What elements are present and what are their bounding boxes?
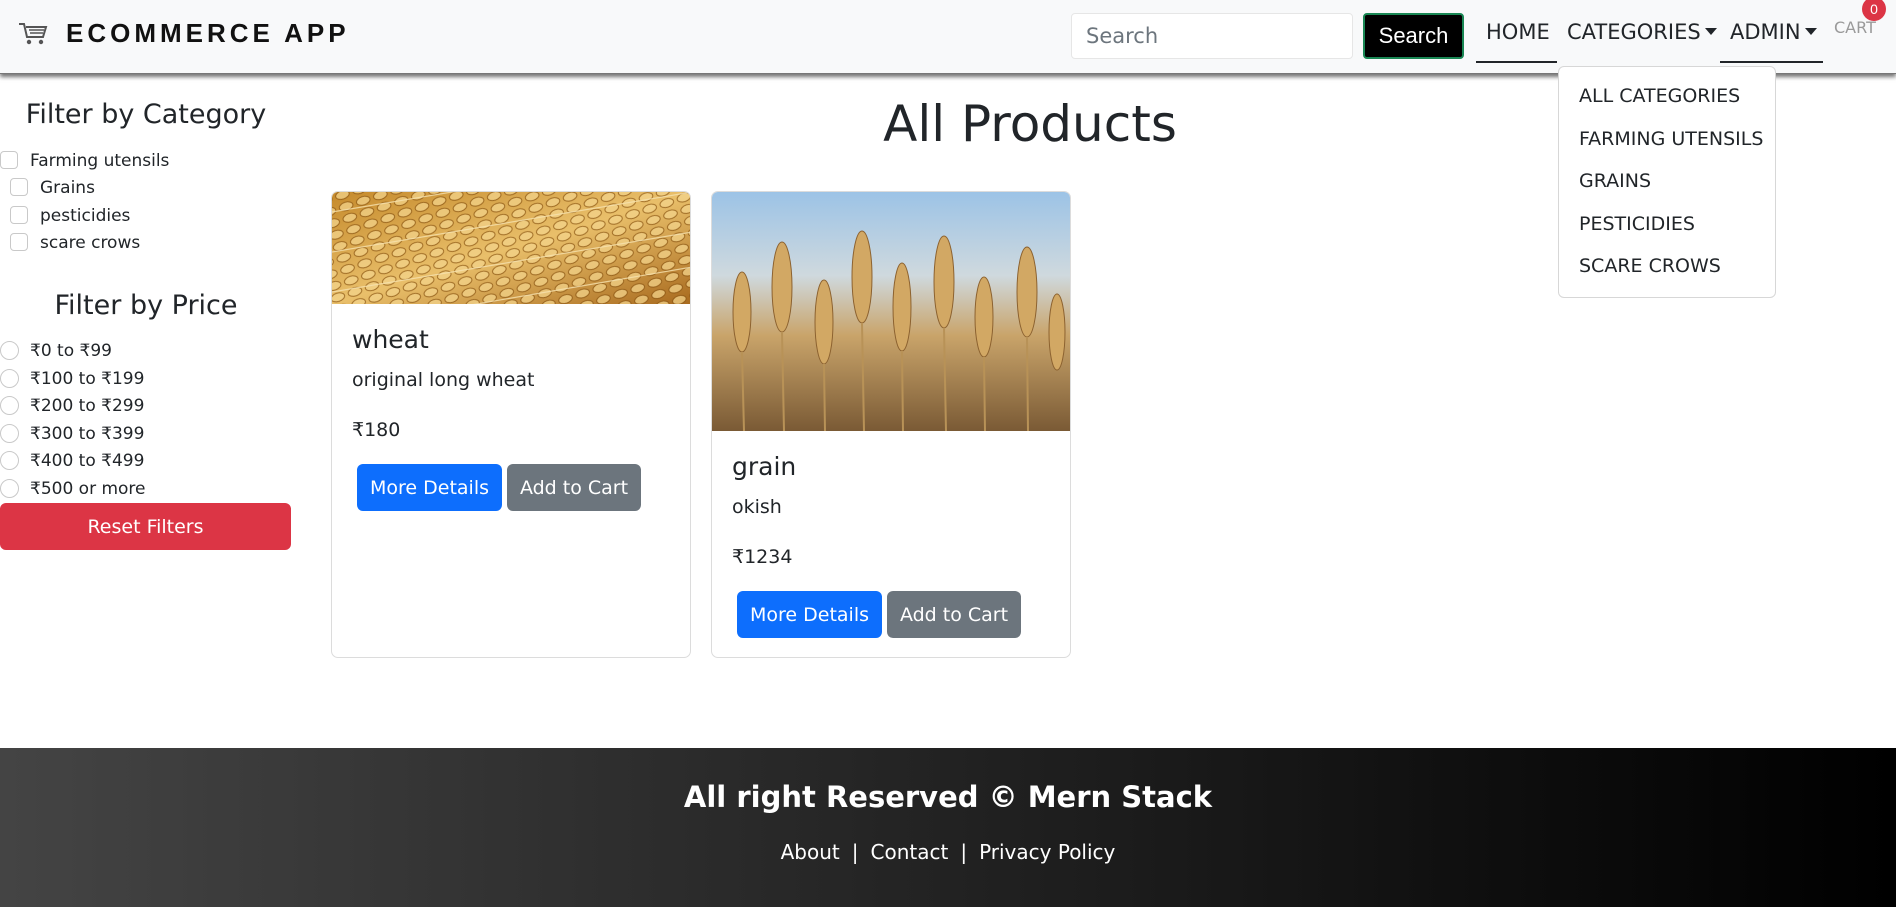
footer-link-privacy-policy[interactable]: Privacy Policy xyxy=(979,840,1115,864)
product-description: okish xyxy=(732,496,782,518)
dropdown-item-grains[interactable]: GRAINS xyxy=(1579,170,1651,192)
nav-categories-dropdown[interactable]: CATEGORIES xyxy=(1567,20,1717,44)
add-to-cart-button[interactable]: Add to Cart xyxy=(507,464,641,511)
product-name: grain xyxy=(732,452,797,481)
product-card-grain: grain okish ₹1234 More Details Add to Ca… xyxy=(711,191,1071,658)
nav-admin-label: ADMIN xyxy=(1730,20,1801,44)
caret-down-icon xyxy=(1704,27,1717,35)
caret-down-icon xyxy=(1804,27,1817,35)
price-label: ₹400 to ₹499 xyxy=(30,451,145,471)
product-name: wheat xyxy=(352,325,429,354)
nav-admin-dropdown[interactable]: ADMIN xyxy=(1730,20,1817,44)
category-label: pesticidies xyxy=(40,206,131,226)
category-checkbox[interactable] xyxy=(10,233,28,251)
footer-separator: | xyxy=(851,840,859,864)
price-radio[interactable] xyxy=(0,341,19,360)
price-radio[interactable] xyxy=(0,479,19,498)
price-label: ₹500 or more xyxy=(30,479,146,499)
price-radio[interactable] xyxy=(0,396,19,415)
dropdown-item-all-categories[interactable]: ALL CATEGORIES xyxy=(1579,85,1740,107)
cart-count-badge: 0 xyxy=(1862,0,1886,21)
price-radio[interactable] xyxy=(0,369,19,388)
category-label: scare crows xyxy=(40,233,141,253)
shopping-cart-icon xyxy=(18,21,48,47)
category-label: Farming utensils xyxy=(30,151,170,171)
product-price: ₹1234 xyxy=(732,546,793,568)
category-checkbox[interactable] xyxy=(10,178,28,196)
footer-copyright: All right Reserved © Mern Stack xyxy=(683,780,1213,814)
category-checkbox[interactable] xyxy=(0,151,18,169)
price-label: ₹300 to ₹399 xyxy=(30,424,145,444)
brand-name: ECOMMERCE APP xyxy=(66,18,350,48)
categories-dropdown-menu: ALL CATEGORIES FARMING UTENSILS GRAINS P… xyxy=(1558,66,1776,298)
product-image-grain xyxy=(712,192,1070,431)
search-button[interactable]: Search xyxy=(1363,13,1464,59)
price-label: ₹200 to ₹299 xyxy=(30,396,145,416)
footer-separator: | xyxy=(960,840,968,864)
price-radio[interactable] xyxy=(0,451,19,470)
search-input[interactable] xyxy=(1071,13,1353,59)
filter-price-heading: Filter by Price xyxy=(54,290,238,321)
dropdown-item-pesticidies[interactable]: PESTICIDIES xyxy=(1579,213,1695,235)
filter-category-heading: Filter by Category xyxy=(25,99,267,130)
more-details-button[interactable]: More Details xyxy=(737,591,882,638)
category-checkbox[interactable] xyxy=(10,206,28,224)
nav-cart[interactable]: CART xyxy=(1834,18,1876,37)
price-label: ₹0 to ₹99 xyxy=(30,341,112,361)
navbar: ECOMMERCE APP Search HOME CATEGORIES ADM… xyxy=(0,0,1896,74)
footer-links: About | Contact | Privacy Policy xyxy=(781,840,1116,864)
reset-filters-button[interactable]: Reset Filters xyxy=(0,503,291,550)
product-card-wheat: wheat original long wheat ₹180 More Deta… xyxy=(331,191,691,658)
nav-home[interactable]: HOME xyxy=(1486,20,1550,44)
price-label: ₹100 to ₹199 xyxy=(30,369,145,389)
footer: All right Reserved © Mern Stack About | Co… xyxy=(0,748,1896,907)
nav-home-underline xyxy=(1476,61,1557,63)
nav-categories-label: CATEGORIES xyxy=(1567,20,1701,44)
category-label: Grains xyxy=(40,178,95,198)
dropdown-item-scare-crows[interactable]: SCARE CROWS xyxy=(1579,255,1721,277)
brand-link[interactable]: ECOMMERCE APP xyxy=(18,18,350,49)
nav-admin-underline xyxy=(1720,61,1823,63)
page-title: All Products xyxy=(883,95,1177,153)
product-description: original long wheat xyxy=(352,369,535,391)
footer-link-contact[interactable]: Contact xyxy=(871,840,949,864)
more-details-button[interactable]: More Details xyxy=(357,464,502,511)
add-to-cart-button[interactable]: Add to Cart xyxy=(887,591,1021,638)
price-radio[interactable] xyxy=(0,424,19,443)
product-price: ₹180 xyxy=(352,419,401,441)
dropdown-item-farming-utensils[interactable]: FARMING UTENSILS xyxy=(1579,128,1763,150)
footer-link-about[interactable]: About xyxy=(781,840,840,864)
product-image-wheat xyxy=(332,192,690,304)
